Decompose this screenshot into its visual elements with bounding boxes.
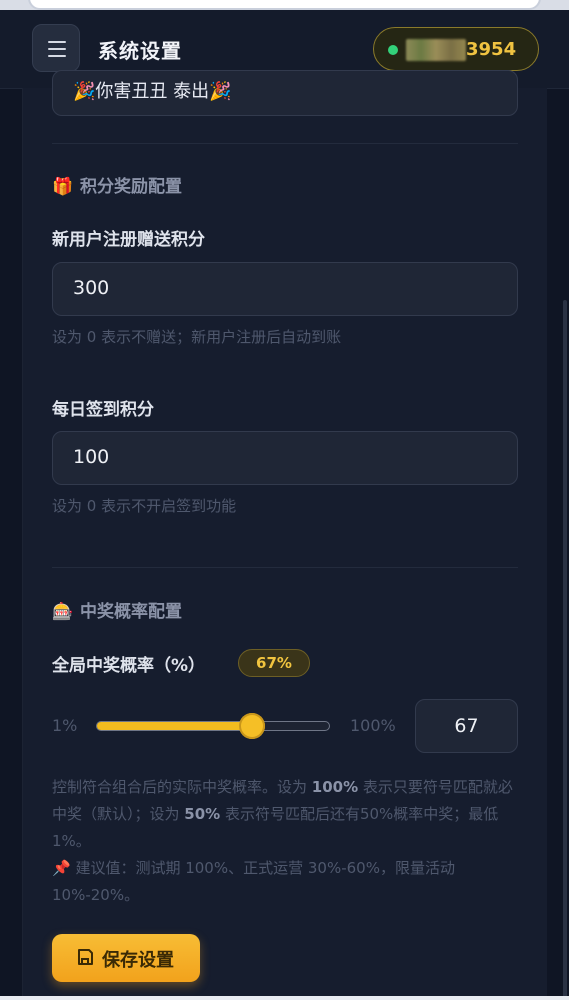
redacted-user-id <box>406 39 466 61</box>
save-icon <box>78 949 93 965</box>
gift-icon: 🎁 <box>52 177 74 197</box>
rate-slider-thumb[interactable] <box>239 713 265 739</box>
register-points-value: 300 <box>73 277 110 299</box>
desc-bold-value: 100% <box>311 778 359 796</box>
save-button-label: 保存设置 <box>102 950 174 971</box>
register-points-label: 新用户注册赠送积分 <box>52 230 205 250</box>
rate-slider-track[interactable] <box>96 721 330 731</box>
bottom-edge <box>0 996 569 1000</box>
announcement-input[interactable]: 🎉你害丑丑 泰出🎉 <box>52 70 518 116</box>
register-points-input[interactable]: 300 <box>52 262 518 316</box>
rate-slider-fill <box>97 722 252 730</box>
desc-text: 控制符合组合后的实际中奖概率。设为 <box>52 778 312 796</box>
desc-bold-value: 50% <box>184 805 221 823</box>
checkin-points-hint: 设为 0 表示不开启签到功能 <box>52 497 237 515</box>
checkin-points-label: 每日签到积分 <box>52 400 154 420</box>
rate-description: 控制符合组合后的实际中奖概率。设为 100% 表示只要符号匹配就必中奖（默认）；… <box>52 774 522 909</box>
points-section-title-text: 积分奖励配置 <box>80 177 182 197</box>
hamburger-icon <box>48 41 66 43</box>
rate-badge: 67% <box>238 649 310 677</box>
page-title: 系统设置 <box>98 39 182 63</box>
prob-section-title-text: 中奖概率配置 <box>80 602 182 622</box>
global-rate-label: 全局中奖概率（%） <box>52 656 206 676</box>
points-section-title: 🎁 积分奖励配置 <box>52 172 182 197</box>
save-button[interactable]: 保存设置 <box>52 934 200 982</box>
online-status-dot <box>388 45 398 55</box>
checkin-points-value: 100 <box>73 446 110 468</box>
recommendation-tip: 📌 建议值：测试期 100%、正式运营 30%-60%，限量活动 10%-20%… <box>52 859 455 904</box>
slider-max-label: 100% <box>350 716 396 735</box>
user-id-suffix: 3954 <box>466 39 517 60</box>
scrollbar[interactable] <box>563 300 567 1000</box>
section-divider <box>52 143 518 144</box>
section-divider <box>52 567 518 568</box>
rate-number-input[interactable]: 67 <box>415 699 518 753</box>
address-pill <box>28 0 541 10</box>
menu-button[interactable] <box>32 24 80 72</box>
user-chip[interactable]: 3954 <box>373 27 539 71</box>
slot-machine-icon: 🎰 <box>52 602 74 622</box>
slider-min-label: 1% <box>52 716 78 735</box>
prob-section-title: 🎰 中奖概率配置 <box>52 597 182 622</box>
browser-address-bar <box>0 0 569 10</box>
announcement-value: 🎉你害丑丑 泰出🎉 <box>73 81 232 102</box>
hamburger-icon <box>48 48 66 50</box>
hamburger-icon <box>48 55 66 57</box>
register-points-hint: 设为 0 表示不赠送；新用户注册后自动到账 <box>52 328 342 346</box>
checkin-points-input[interactable]: 100 <box>52 431 518 485</box>
